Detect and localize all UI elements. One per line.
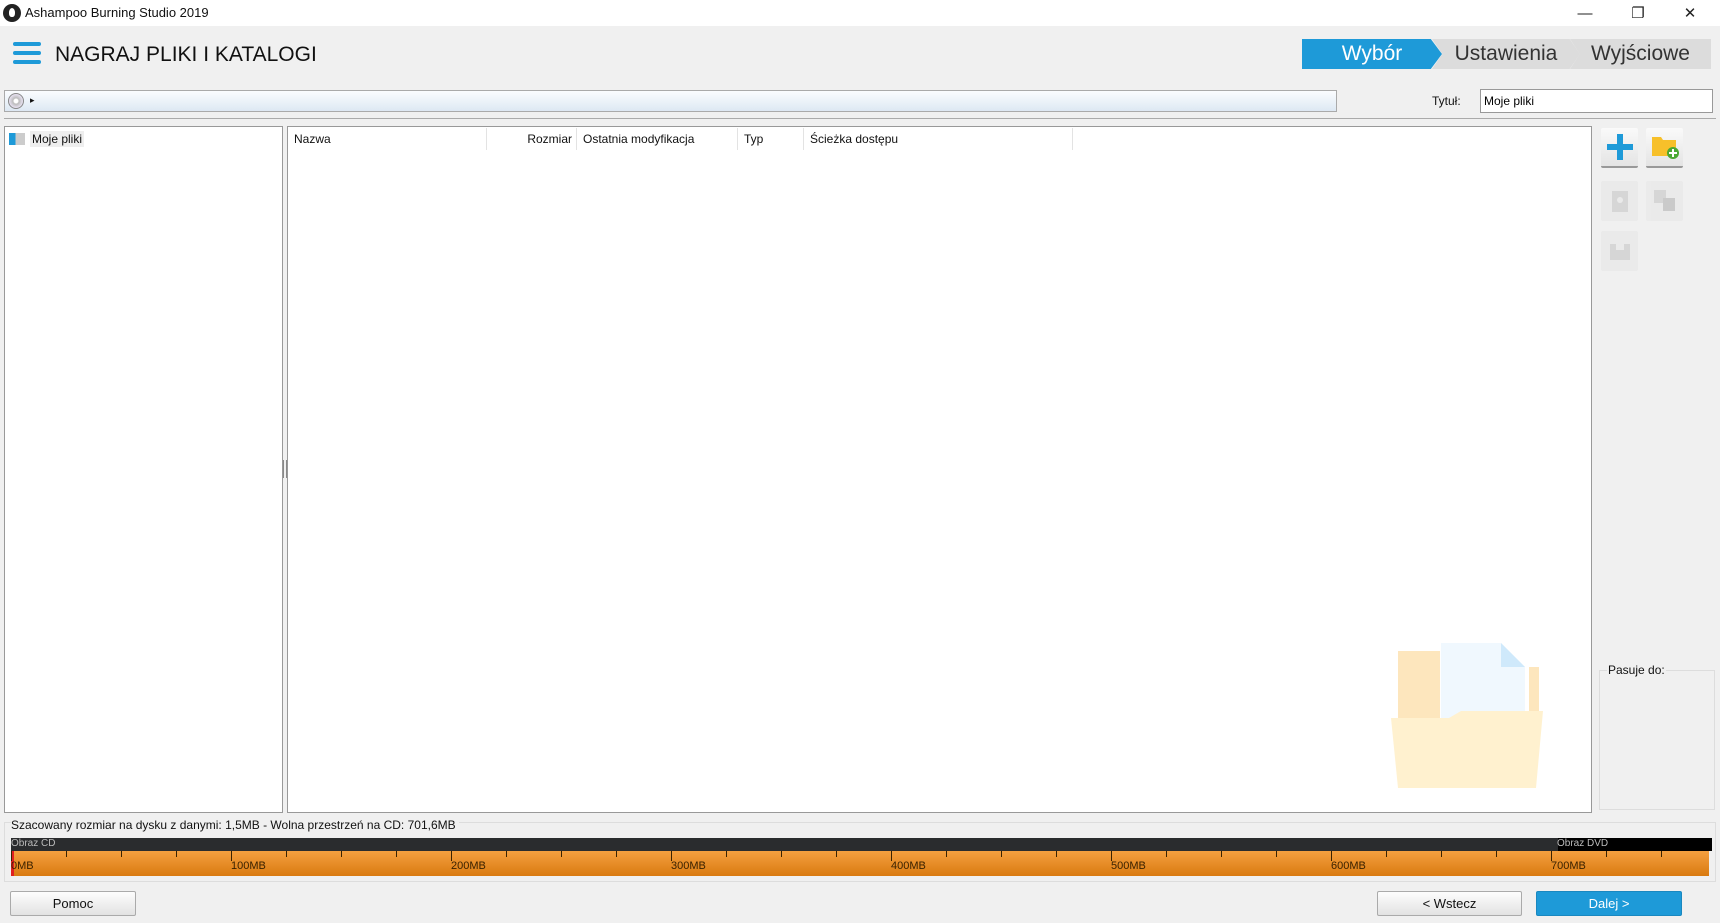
scale-tick <box>836 851 837 857</box>
scale-tick <box>121 851 122 857</box>
scale-tick <box>616 851 617 857</box>
fits-to-label: Pasuje do: <box>1607 663 1666 677</box>
scale-tick <box>1001 851 1002 857</box>
delete-button[interactable] <box>1601 181 1638 221</box>
step-ustawienia[interactable]: Ustawienia <box>1432 39 1580 69</box>
file-list[interactable]: Nazwa Rozmiar Ostatnia modyfikacja Typ Ś… <box>287 126 1592 813</box>
column-header-ostatnia-modyfikacja[interactable]: Ostatnia modyfikacja <box>577 128 738 150</box>
scale-tick <box>396 851 397 857</box>
tree-item-label: Moje pliki <box>30 131 85 147</box>
empty-folder-illustration <box>1391 643 1543 788</box>
close-button[interactable]: ✕ <box>1667 0 1713 26</box>
capacity-bar: Obraz CD Obraz DVD 0MB 100MB 200MB 300MB 400… <box>11 838 1712 876</box>
page-title: NAGRAJ PLIKI I KATALOGI <box>55 43 317 66</box>
plus-icon <box>1606 134 1633 160</box>
disc-title-input[interactable] <box>1480 89 1713 113</box>
scale-label: 200MB <box>451 860 486 872</box>
minimize-button[interactable]: — <box>1562 0 1608 26</box>
path-expand-arrow-icon[interactable]: ▸ <box>30 95 35 106</box>
menu-icon[interactable] <box>13 42 41 64</box>
scale-tick <box>1386 851 1387 857</box>
add-files-button[interactable] <box>1601 128 1638 168</box>
scale-tick <box>286 851 287 857</box>
divider <box>4 118 1716 119</box>
rename-ab-icon <box>1653 190 1675 211</box>
folder-add-icon <box>1651 137 1679 159</box>
step-wybor[interactable]: Wybór <box>1302 39 1442 69</box>
trash-icon <box>1611 191 1628 212</box>
folder-tree[interactable]: Moje pliki <box>4 126 283 813</box>
scale-label: 400MB <box>891 860 926 872</box>
scale-tick <box>341 851 342 857</box>
scale-label: 300MB <box>671 860 706 872</box>
scale-tick <box>781 851 782 857</box>
disc-root-icon <box>9 133 25 145</box>
new-folder-button[interactable] <box>1646 128 1683 168</box>
save-button[interactable] <box>1601 231 1638 271</box>
scale-label: 500MB <box>1111 860 1146 872</box>
scale-label: 600MB <box>1331 860 1366 872</box>
restore-button[interactable]: ❐ <box>1615 0 1661 26</box>
title-bar: Ashampoo Burning Studio 2019 — ❐ ✕ <box>0 0 1720 26</box>
scale-tick <box>1496 851 1497 857</box>
column-header-nazwa[interactable]: Nazwa <box>288 128 487 150</box>
step-wyjsciowe[interactable]: Wyjściowe <box>1570 39 1711 69</box>
scale-tick <box>946 851 947 857</box>
path-breadcrumb[interactable]: ▸ <box>4 90 1337 112</box>
scale-tick <box>1056 851 1057 857</box>
fits-to-panel <box>1599 670 1715 810</box>
scale-tick <box>1276 851 1277 857</box>
cd-image-label: Obraz CD <box>11 838 56 849</box>
scale-tick <box>726 851 727 857</box>
scale-tick <box>1606 851 1607 857</box>
disc-icon[interactable] <box>8 93 24 109</box>
scale-label: 0MB <box>11 860 34 872</box>
capacity-bar-media-strip <box>11 838 1709 851</box>
rename-button[interactable] <box>1646 181 1683 221</box>
scale-tick <box>66 851 67 857</box>
column-header-typ[interactable]: Typ <box>738 128 804 150</box>
scale-tick <box>1661 851 1662 857</box>
next-button[interactable]: Dalej > <box>1536 891 1682 916</box>
scale-tick <box>1166 851 1167 857</box>
scale-tick <box>1441 851 1442 857</box>
scale-tick <box>1221 851 1222 857</box>
column-header-sciezka[interactable]: Ścieżka dostępu <box>804 128 1073 150</box>
capacity-text: Szacowany rozmiar na dysku z danymi: 1,5… <box>11 818 459 832</box>
dvd-image-label: Obraz DVD <box>1557 838 1609 849</box>
disc-title-label: Tytuł: <box>1432 94 1461 108</box>
scale-tick <box>561 851 562 857</box>
back-button[interactable]: < Wstecz <box>1377 891 1522 916</box>
scale-tick <box>176 851 177 857</box>
tree-item-moje-pliki[interactable]: Moje pliki <box>9 131 85 147</box>
scale-label: 100MB <box>231 860 266 872</box>
scale-tick <box>506 851 507 857</box>
column-header-rozmiar[interactable]: Rozmiar <box>487 128 577 150</box>
app-logo-icon <box>3 4 21 22</box>
scale-label: 700MB <box>1551 860 1586 872</box>
save-icon <box>1609 244 1630 260</box>
window-title: Ashampoo Burning Studio 2019 <box>25 5 209 20</box>
help-button[interactable]: Pomoc <box>10 891 136 916</box>
